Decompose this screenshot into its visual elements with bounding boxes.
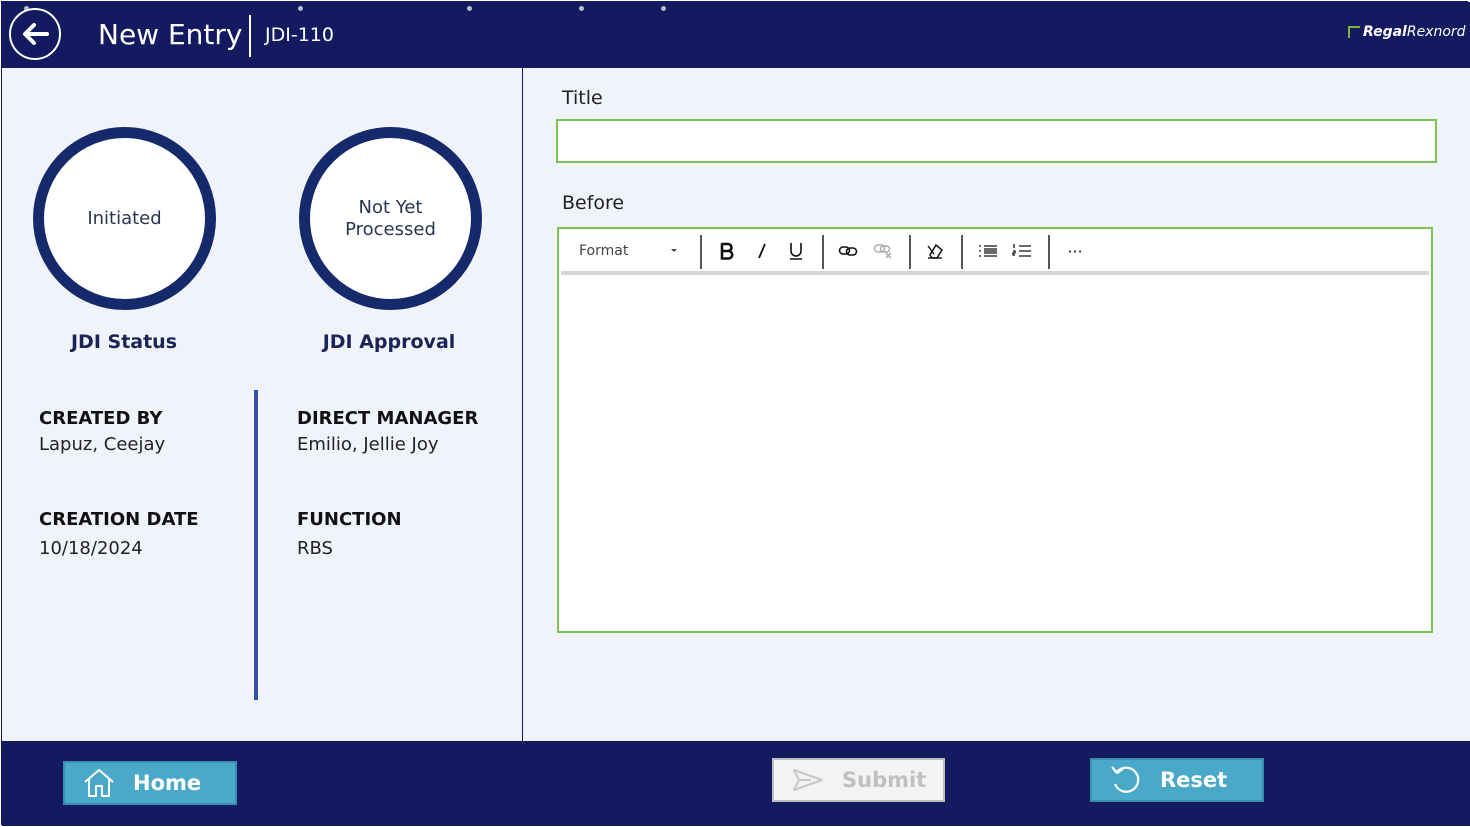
creation-date-label: CREATION DATE: [39, 509, 199, 530]
clear-formatting-button[interactable]: [921, 237, 949, 265]
jdi-status-value: Initiated: [87, 207, 162, 229]
toolbar-separator: [961, 235, 963, 269]
numbered-list-button[interactable]: [1008, 237, 1036, 265]
creation-date-value: 10/18/2024: [39, 538, 143, 559]
toolbar-separator: [909, 235, 911, 269]
brand-logo: Regal Rexnord: [1348, 24, 1466, 40]
reset-button-label: Reset: [1160, 768, 1228, 792]
caret-down-icon: [671, 249, 677, 252]
underline-icon: [790, 243, 802, 260]
arrow-left-icon: [23, 23, 49, 45]
title-label: Title: [562, 87, 603, 109]
function-label: FUNCTION: [297, 509, 402, 530]
before-rich-text-editor[interactable]: Format ···: [557, 227, 1433, 633]
before-label: Before: [562, 192, 625, 214]
jdi-approval-value-line2: Processed: [345, 218, 436, 240]
insert-link-button[interactable]: [834, 237, 862, 265]
bulleted-list-button[interactable]: [974, 237, 1002, 265]
decorative-dot: [298, 6, 303, 11]
brand-logo-part1: Regal: [1363, 24, 1407, 40]
jdi-approval-ring: Not Yet Processed: [299, 127, 482, 310]
title-divider: [249, 15, 251, 57]
jdi-status-label: JDI Status: [70, 331, 178, 353]
underline-button[interactable]: [782, 237, 810, 265]
submit-button[interactable]: Submit: [772, 758, 945, 802]
app-window: New Entry JDI-110 Regal Rexnord Initiated…: [1, 1, 1470, 826]
remove-link-button[interactable]: [869, 237, 897, 265]
jdi-status-ring: Initiated: [33, 127, 216, 310]
jdi-approval-value: Not Yet Processed: [345, 197, 436, 241]
brand-mark-icon: [1348, 26, 1360, 38]
direct-manager-label: DIRECT MANAGER: [297, 408, 479, 429]
title-input[interactable]: [556, 119, 1437, 163]
home-button[interactable]: Home: [63, 761, 237, 805]
record-id: JDI-110: [265, 24, 334, 46]
bulleted-list-icon: [979, 245, 997, 257]
details-divider: [254, 390, 258, 700]
format-dropdown[interactable]: Format: [579, 241, 628, 261]
footer-bar: Home Submit Reset: [2, 741, 1470, 826]
submit-button-label: Submit: [842, 768, 927, 792]
undo-icon: [1106, 760, 1146, 800]
back-button[interactable]: [9, 8, 61, 60]
numbered-list-icon: [1012, 244, 1031, 257]
italic-icon: [758, 243, 766, 259]
send-icon: [788, 760, 828, 800]
decorative-dot: [661, 6, 666, 11]
created-by-value: Lapuz, Ceejay: [39, 434, 166, 455]
toolbar-separator: [700, 235, 702, 269]
direct-manager-value: Emilio, Jellie Joy: [297, 434, 439, 455]
reset-button[interactable]: Reset: [1090, 758, 1264, 802]
bold-button[interactable]: [713, 237, 741, 265]
jdi-approval-label: JDI Approval: [322, 331, 456, 353]
header-bar: New Entry JDI-110 Regal Rexnord: [2, 2, 1470, 68]
details-panel: Initiated JDI Status Not Yet Processed J…: [2, 68, 523, 741]
home-button-label: Home: [133, 771, 202, 795]
created-by-label: CREATED BY: [39, 408, 163, 429]
bold-icon: [720, 242, 734, 260]
page-title: New Entry: [98, 18, 243, 51]
toolbar-separator: [822, 235, 824, 269]
toolbar-separator: [1048, 235, 1050, 269]
jdi-approval-value-line1: Not Yet: [358, 196, 423, 218]
more-options-button[interactable]: ···: [1061, 237, 1089, 265]
decorative-dot: [579, 6, 584, 11]
form-panel: Title Before Format ···: [523, 68, 1470, 741]
function-value: RBS: [297, 538, 333, 559]
decorative-dot: [467, 6, 472, 11]
link-icon: [838, 246, 858, 256]
italic-button[interactable]: [748, 237, 776, 265]
editor-toolbar: Format ···: [561, 231, 1429, 275]
eraser-icon: [927, 243, 943, 259]
unlink-icon: [873, 244, 892, 259]
home-icon: [79, 763, 119, 803]
brand-logo-part2: Rexnord: [1406, 24, 1466, 40]
